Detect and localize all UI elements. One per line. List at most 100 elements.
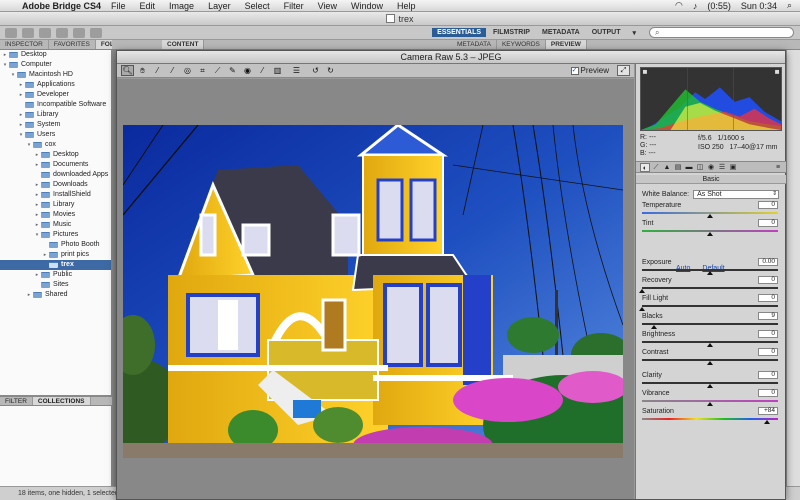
folder-item[interactable]: ▸ Shared xyxy=(0,290,111,300)
folder-item[interactable]: Incompatible Software xyxy=(0,100,111,110)
disclosure-triangle-icon[interactable]: ▸ xyxy=(18,120,24,130)
menu-layer[interactable]: Layer xyxy=(208,1,231,11)
search-input[interactable]: ⌕ xyxy=(649,27,794,38)
folder-item[interactable]: ▸ print pics xyxy=(0,250,111,260)
folder-item[interactable]: ▾ Macintosh HD xyxy=(0,70,111,80)
slider-value-input[interactable]: 0 xyxy=(758,294,778,302)
folder-item[interactable]: ▾ Computer xyxy=(0,60,111,70)
slider-value-input[interactable]: 0 xyxy=(758,389,778,397)
workspace-essentials[interactable]: ESSENTIALS xyxy=(432,28,487,37)
detail-tab-icon[interactable]: ▲ xyxy=(662,163,672,172)
white-balance-tool-icon[interactable]: ⁄ xyxy=(151,65,164,76)
folder-item[interactable]: ▸ Developer xyxy=(0,90,111,100)
adjustment-brush-icon[interactable]: ⁄ xyxy=(256,65,269,76)
workspace-menu-icon[interactable]: ▾ xyxy=(627,28,641,38)
slider-knob[interactable] xyxy=(764,420,771,424)
folder-item[interactable]: ▸ Library xyxy=(0,110,111,120)
folder-item[interactable]: ▸ Library xyxy=(0,200,111,210)
straighten-tool-icon[interactable]: ⟋ xyxy=(211,65,224,76)
slider-knob[interactable] xyxy=(707,361,713,365)
disclosure-triangle-icon[interactable]: ▾ xyxy=(2,60,8,70)
clock[interactable]: Sun 0:34 xyxy=(741,1,777,11)
tab-collections[interactable]: COLLECTIONS xyxy=(32,397,91,405)
tab-content[interactable]: CONTENT xyxy=(162,40,205,49)
crop-tool-icon[interactable]: ⌗ xyxy=(196,65,209,76)
disclosure-triangle-icon[interactable]: ▸ xyxy=(2,50,8,60)
slider-knob[interactable] xyxy=(707,232,713,236)
folder-item[interactable]: ▸ Applications xyxy=(0,80,111,90)
slider-track[interactable] xyxy=(642,418,778,420)
disclosure-triangle-icon[interactable]: ▾ xyxy=(26,140,32,150)
disclosure-triangle-icon[interactable]: ▸ xyxy=(34,270,40,280)
snapshots-tab-icon[interactable]: ▣ xyxy=(728,163,738,172)
folder-item[interactable]: ▸ InstallShield xyxy=(0,190,111,200)
slider-value-input[interactable]: 0 xyxy=(758,219,778,227)
refine-icon[interactable] xyxy=(73,27,85,38)
slider-knob[interactable] xyxy=(639,289,645,293)
rotate-cw-icon[interactable]: ↻ xyxy=(324,65,337,76)
disclosure-triangle-icon[interactable]: ▸ xyxy=(34,200,40,210)
get-photos-icon[interactable] xyxy=(56,27,68,38)
menu-image[interactable]: Image xyxy=(169,1,194,11)
menu-file[interactable]: File xyxy=(111,1,126,11)
menu-edit[interactable]: Edit xyxy=(140,1,156,11)
folder-item[interactable]: ▸ Public xyxy=(0,270,111,280)
folder-item[interactable]: trex xyxy=(0,260,111,270)
app-menu[interactable]: Adobe Bridge CS4 xyxy=(22,1,101,11)
tab-filter[interactable]: FILTER xyxy=(0,397,33,405)
slider-value-input[interactable]: 0 xyxy=(758,276,778,284)
tab-metadata[interactable]: METADATA xyxy=(452,40,497,49)
split-toning-tab-icon[interactable]: ▬ xyxy=(684,163,694,172)
color-sampler-tool-icon[interactable]: ⁄ xyxy=(166,65,179,76)
disclosure-triangle-icon[interactable]: ▾ xyxy=(10,70,16,80)
menu-help[interactable]: Help xyxy=(397,1,416,11)
disclosure-triangle-icon[interactable]: ▸ xyxy=(34,210,40,220)
tab-inspector[interactable]: INSPECTOR xyxy=(0,40,49,49)
volume-icon[interactable]: ♪ xyxy=(693,1,698,11)
slider-value-input[interactable]: 9 xyxy=(758,312,778,320)
back-icon[interactable] xyxy=(5,27,17,38)
battery-status[interactable]: (0:55) xyxy=(707,1,731,11)
slider-knob[interactable] xyxy=(707,343,713,347)
folder-item[interactable]: ▸ Movies xyxy=(0,210,111,220)
folder-item[interactable]: Sites xyxy=(0,280,111,290)
slider-knob[interactable] xyxy=(651,325,658,329)
slider-value-input[interactable]: 0 xyxy=(758,201,778,209)
presets-tab-icon[interactable]: ☰ xyxy=(717,163,727,172)
image-canvas[interactable] xyxy=(117,79,634,499)
folder-item[interactable]: ▸ Documents xyxy=(0,160,111,170)
spot-removal-tool-icon[interactable]: ✎ xyxy=(226,65,239,76)
disclosure-triangle-icon[interactable]: ▸ xyxy=(42,250,48,260)
folder-item[interactable]: ▾ cox xyxy=(0,140,111,150)
menu-view[interactable]: View xyxy=(318,1,337,11)
folder-item[interactable]: ▸ Desktop xyxy=(0,150,111,160)
disclosure-triangle-icon[interactable]: ▾ xyxy=(34,230,40,240)
red-eye-tool-icon[interactable]: ◉ xyxy=(241,65,254,76)
folder-item[interactable]: ▸ System xyxy=(0,120,111,130)
white-balance-select[interactable]: As Shot xyxy=(693,190,780,199)
disclosure-triangle-icon[interactable]: ▸ xyxy=(34,180,40,190)
tab-keywords[interactable]: KEYWORDS xyxy=(497,40,546,49)
menu-window[interactable]: Window xyxy=(351,1,383,11)
graduated-filter-icon[interactable]: ▥ xyxy=(271,65,284,76)
open-in-camera-raw-icon[interactable] xyxy=(90,27,102,38)
tone-curve-tab-icon[interactable]: ⟋ xyxy=(651,163,661,172)
folder-item[interactable]: ▸ Downloads xyxy=(0,180,111,190)
slider-value-input[interactable]: 0 xyxy=(758,330,778,338)
slider-value-input[interactable]: 0 xyxy=(758,371,778,379)
folder-item[interactable]: ▾ Pictures xyxy=(0,230,111,240)
camera-calibration-tab-icon[interactable]: ◉ xyxy=(706,163,716,172)
disclosure-triangle-icon[interactable]: ▸ xyxy=(34,150,40,160)
hand-tool-icon[interactable]: ✋︎ xyxy=(136,65,149,76)
folder-item[interactable]: downloaded Apps xyxy=(0,170,111,180)
rotate-ccw-icon[interactable]: ↺ xyxy=(309,65,322,76)
slider-value-input[interactable]: 0.00 xyxy=(758,258,778,266)
hsl-tab-icon[interactable]: ▤ xyxy=(673,163,683,172)
disclosure-triangle-icon[interactable]: ▸ xyxy=(18,80,24,90)
folder-item[interactable]: Photo Booth xyxy=(0,240,111,250)
zoom-tool-icon[interactable]: 🔍︎ xyxy=(121,65,134,76)
disclosure-triangle-icon[interactable]: ▾ xyxy=(18,130,24,140)
disclosure-triangle-icon[interactable]: ▸ xyxy=(34,160,40,170)
menu-filter[interactable]: Filter xyxy=(284,1,304,11)
tab-preview[interactable]: PREVIEW xyxy=(545,40,587,49)
